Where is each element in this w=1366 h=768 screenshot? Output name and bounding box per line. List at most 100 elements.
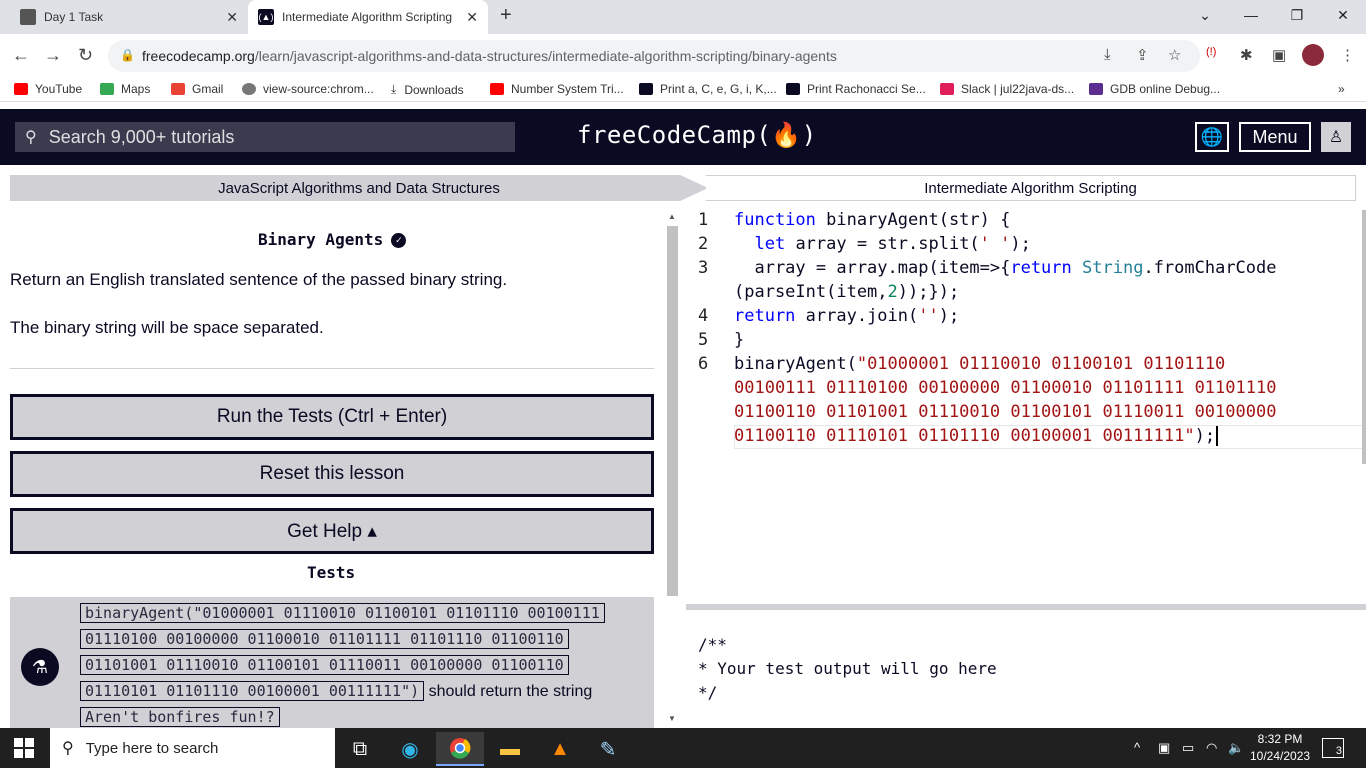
test-text-line: 01110101 01101110 00100001 00111111") sh… [80, 681, 592, 701]
notification-center-icon[interactable]: 3 [1322, 738, 1344, 758]
close-window-button[interactable]: ✕ [1320, 0, 1366, 30]
battery-icon[interactable]: ▭ [1182, 740, 1194, 756]
lock-icon: 🔒 [120, 48, 135, 62]
line-number: 1 [698, 210, 709, 230]
taskbar-search-input[interactable]: ⚲ Type here to search [50, 728, 335, 768]
back-arrow-icon[interactable]: ← [12, 45, 30, 66]
share-icon[interactable]: ⇪ [1136, 46, 1149, 64]
wifi-icon[interactable]: ◠ [1206, 740, 1217, 756]
site-icon [639, 83, 653, 95]
breadcrumb-block[interactable]: Intermediate Algorithm Scripting [706, 175, 1356, 201]
maps-icon [100, 83, 114, 95]
url-text[interactable]: freecodecamp.org/learn/javascript-algori… [142, 48, 837, 64]
extensions-puzzle-icon[interactable]: ✱ [1240, 46, 1253, 64]
taskbar-clock[interactable]: 8:32 PM 10/24/2023 [1250, 731, 1310, 765]
output-line: * Your test output will go here [698, 659, 997, 678]
search-icon: ⚲ [62, 740, 74, 757]
fcc-logo[interactable]: freeCodeCamp(🔥) [577, 121, 817, 149]
code-line-1[interactable]: function binaryAgent(str) { [734, 210, 1010, 230]
bookmark-youtube[interactable]: YouTube [14, 82, 82, 96]
bookmark-gdb[interactable]: GDB online Debug... [1089, 82, 1220, 96]
reload-icon[interactable]: ↻ [78, 45, 93, 66]
code-line-6-wrap[interactable]: 01100110 01110101 01101110 00100001 0011… [734, 426, 1219, 446]
editor-scrollbar[interactable] [1362, 210, 1366, 464]
bookmarks-overflow-icon[interactable]: » [1338, 82, 1345, 96]
code-line-3[interactable]: array = array.map(item=>{return String.f… [734, 258, 1276, 278]
chrome-menu-icon[interactable]: ⋮ [1340, 46, 1355, 64]
search-input[interactable]: ⚲ Search 9,000+ tutorials [15, 122, 515, 152]
slack-icon [940, 83, 954, 95]
tab-favicon-icon [20, 9, 36, 25]
side-panel-icon[interactable]: ▣ [1272, 46, 1286, 64]
chrome-icon[interactable] [436, 732, 484, 766]
code-line-6[interactable]: binaryAgent("01000001 01110010 01100101 … [734, 354, 1225, 374]
test-text-line: binaryAgent("01000001 01110010 01100101 … [80, 603, 605, 623]
edge-icon[interactable]: ◉ [386, 732, 434, 766]
new-tab-button[interactable]: + [500, 4, 512, 27]
site-icon [786, 83, 800, 95]
file-explorer-icon[interactable]: ▬ [486, 732, 534, 766]
search-icon: ⚲ [25, 129, 37, 146]
restore-button[interactable]: ❐ [1274, 0, 1320, 30]
close-tab-icon[interactable]: ✕ [466, 9, 478, 26]
paint-icon[interactable]: ✎ [584, 732, 632, 766]
bookmark-maps[interactable]: Maps [100, 82, 150, 96]
code-line-2[interactable]: let array = str.split(' '); [734, 234, 1030, 254]
code-line-6-wrap[interactable]: 00100111 01110100 00100000 01100010 0110… [734, 378, 1276, 398]
minimize-button[interactable]: — [1228, 0, 1274, 30]
language-globe-icon[interactable]: 🌐 [1195, 122, 1229, 152]
code-line-3-wrap[interactable]: (parseInt(item,2));}); [734, 282, 959, 302]
test-text-line: 01101001 01110010 01100101 01110011 0010… [80, 655, 569, 675]
menu-button[interactable]: Menu [1239, 122, 1311, 152]
tray-chevron-icon[interactable]: ^ [1134, 740, 1140, 755]
globe-icon [242, 83, 256, 95]
reset-lesson-button[interactable]: Reset this lesson [10, 451, 654, 497]
bookmark-print-rachonacci[interactable]: Print Rachonacci Se... [786, 82, 926, 96]
bookmark-number-system[interactable]: Number System Tri... [490, 82, 624, 96]
flask-icon: ⚗ [21, 648, 59, 686]
breadcrumb-superblock[interactable]: JavaScript Algorithms and Data Structure… [10, 175, 708, 201]
download-icon: ⤓ [391, 82, 397, 96]
bookmark-slack[interactable]: Slack | jul22java-ds... [940, 82, 1074, 96]
meet-now-icon[interactable]: ▣ [1158, 740, 1170, 756]
code-line-4[interactable]: return array.join(''); [734, 306, 959, 326]
output-line: */ [698, 683, 718, 702]
user-avatar[interactable]: ♙ [1321, 122, 1351, 152]
bookmark-view-source[interactable]: view-source:chrom... [242, 82, 374, 96]
volume-icon[interactable]: 🔈 [1228, 740, 1244, 756]
tab-search-icon[interactable]: ⌄ [1182, 0, 1228, 30]
line-number: 6 [698, 354, 709, 374]
tab-day1-task[interactable]: Day 1 Task ✕ [8, 0, 248, 34]
bookmark-gmail[interactable]: Gmail [171, 82, 223, 96]
code-line-5[interactable]: } [734, 330, 744, 350]
close-tab-icon[interactable]: ✕ [226, 9, 238, 26]
fcc-favicon-icon: (▲) [258, 9, 274, 25]
scroll-down-arrow-icon[interactable]: ▼ [668, 714, 676, 723]
completed-check-icon: ✓ [391, 233, 407, 248]
line-number: 3 [698, 258, 709, 278]
bookmark-print-a-c-e[interactable]: Print a, C, e, G, i, K,... [639, 82, 777, 96]
test-expected: Aren't bonfires fun!? [80, 707, 280, 727]
gmail-icon [171, 83, 185, 95]
tab-intermediate-algorithm[interactable]: (▲) Intermediate Algorithm Scripting ✕ [248, 0, 488, 34]
challenge-title: Binary Agents ✓ [258, 230, 407, 249]
get-help-button[interactable]: Get Help ▴ [10, 508, 654, 554]
run-tests-button[interactable]: Run the Tests (Ctrl + Enter) [10, 394, 654, 440]
extension-badge-icon[interactable]: (!) [1206, 46, 1216, 58]
profile-avatar[interactable] [1302, 44, 1324, 66]
install-icon[interactable]: ⤓ [1104, 46, 1111, 63]
date: 10/24/2023 [1250, 749, 1311, 763]
time: 8:32 PM [1257, 732, 1303, 746]
forward-arrow-icon[interactable]: → [44, 45, 62, 66]
output-line: /** [698, 635, 727, 654]
task-view-icon[interactable]: ⧉ [336, 732, 384, 766]
bookmark-star-icon[interactable]: ☆ [1168, 46, 1181, 64]
line-number: 4 [698, 306, 709, 326]
left-scrollbar-thumb[interactable] [667, 226, 678, 596]
windows-start-icon[interactable] [14, 738, 34, 758]
scroll-up-arrow-icon[interactable]: ▲ [668, 212, 676, 221]
code-line-6-wrap[interactable]: 01100110 01101001 01110010 01100101 0111… [734, 402, 1276, 422]
vlc-icon[interactable]: ▲ [536, 732, 584, 766]
line-number: 2 [698, 234, 709, 254]
bookmark-downloads[interactable]: ⤓ Downloads [391, 82, 464, 97]
